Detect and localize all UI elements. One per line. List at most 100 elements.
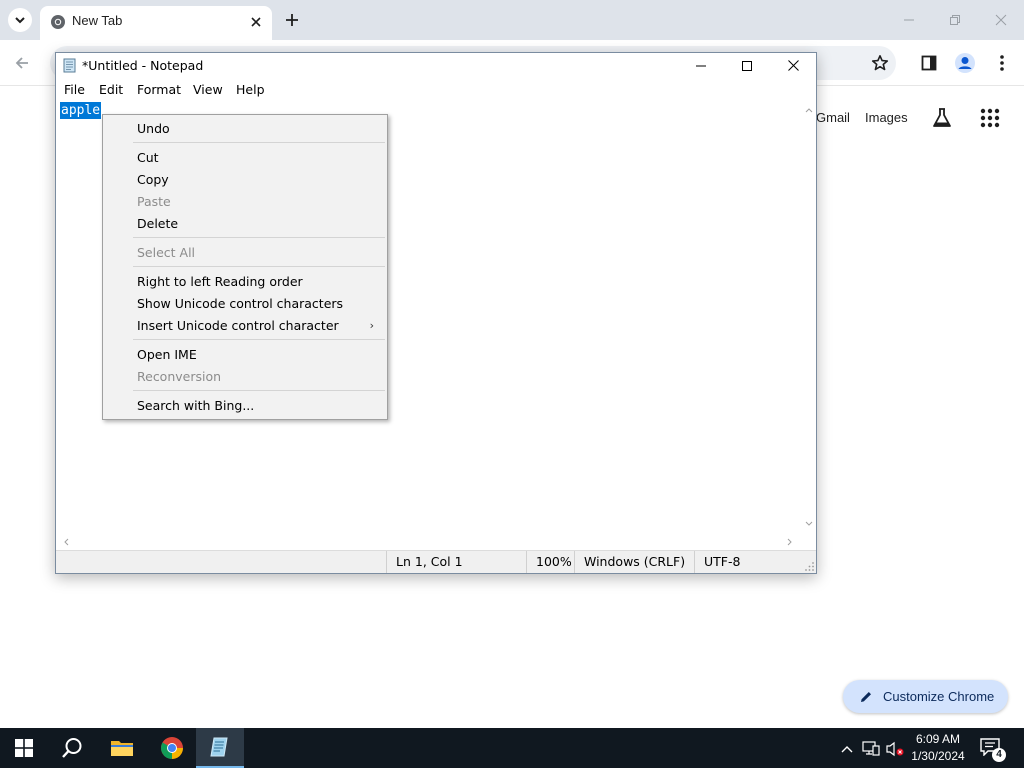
customize-chrome-label: Customize Chrome — [883, 689, 995, 704]
menu-file[interactable]: File — [64, 82, 85, 97]
selected-text: apple — [60, 102, 102, 119]
taskbar-chrome[interactable] — [148, 728, 196, 768]
vertical-scrollbar[interactable] — [801, 100, 816, 534]
notepad-app-icon — [63, 58, 76, 73]
network-icon — [862, 741, 880, 756]
menu-separator — [133, 142, 385, 143]
google-apps-button[interactable] — [978, 106, 1002, 130]
menu-help[interactable]: Help — [236, 82, 265, 97]
profile-button[interactable] — [952, 50, 978, 76]
close-icon — [995, 14, 1007, 26]
taskbar-clock[interactable]: 6:09 AM 1/30/2024 — [906, 731, 970, 765]
chevron-left-icon — [63, 538, 68, 545]
menu-separator — [133, 237, 385, 238]
tab-title: New Tab — [72, 13, 123, 28]
chevron-right-icon — [787, 538, 792, 545]
context-menu-insert-unicode-control[interactable]: Insert Unicode control character › — [104, 315, 386, 337]
tab-close-button[interactable] — [248, 14, 264, 30]
notepad-minimize-button[interactable] — [678, 53, 724, 78]
volume-button[interactable] — [886, 740, 904, 758]
submenu-arrow-icon: › — [369, 319, 374, 332]
context-menu-cut[interactable]: Cut — [104, 147, 386, 169]
context-menu-show-unicode-control[interactable]: Show Unicode control characters — [104, 293, 386, 315]
chevron-down-icon — [15, 17, 25, 24]
customize-chrome-button[interactable]: Customize Chrome — [843, 680, 1008, 713]
clock-time: 6:09 AM — [915, 732, 961, 746]
search-icon — [62, 738, 82, 758]
context-menu-search-bing[interactable]: Search with Bing... — [104, 395, 386, 417]
star-icon — [871, 55, 889, 71]
start-button[interactable] — [0, 728, 48, 768]
profile-avatar-icon — [955, 53, 975, 73]
chrome-title-bar: New Tab — [0, 0, 1024, 40]
chrome-logo-icon — [161, 737, 183, 759]
restore-icon — [950, 15, 960, 25]
menu-separator — [133, 339, 385, 340]
side-panel-icon — [921, 55, 937, 71]
context-menu-reconversion: Reconversion — [137, 369, 222, 384]
chrome-close-button[interactable] — [988, 8, 1014, 32]
notepad-maximize-button[interactable] — [724, 53, 770, 78]
new-tab-button[interactable] — [282, 10, 302, 30]
notepad-title-bar[interactable]: *Untitled - Notepad — [56, 53, 816, 78]
menu-format[interactable]: Format — [137, 82, 181, 97]
action-center-button[interactable]: 4 — [980, 738, 1006, 762]
taskbar-search-button[interactable] — [48, 728, 96, 768]
notification-count-badge: 4 — [992, 748, 1006, 762]
pencil-icon — [859, 690, 873, 704]
notepad-app-icon — [210, 737, 228, 757]
status-line-ending: Windows (CRLF) — [574, 551, 694, 573]
bookmark-star-button[interactable] — [867, 50, 893, 76]
chrome-restore-button[interactable] — [942, 8, 968, 32]
flask-icon — [933, 108, 951, 127]
labs-button[interactable] — [930, 106, 954, 130]
taskbar-notepad[interactable] — [196, 728, 244, 768]
scrollbar-corner — [801, 534, 816, 549]
show-hidden-icons-button[interactable] — [838, 740, 856, 758]
context-menu-open-ime[interactable]: Open IME — [104, 344, 386, 366]
close-icon — [787, 60, 799, 71]
plus-icon — [286, 14, 298, 26]
context-menu-copy[interactable]: Copy — [104, 169, 386, 191]
context-menu-delete[interactable]: Delete — [104, 213, 386, 235]
context-menu-paste: Paste — [137, 194, 171, 209]
chevron-up-icon — [841, 746, 853, 753]
status-cursor-position: Ln 1, Col 1 — [386, 551, 526, 573]
windows-taskbar: 6:09 AM 1/30/2024 4 — [0, 728, 1024, 768]
speaker-muted-icon — [886, 741, 904, 757]
context-menu-undo[interactable]: Undo — [104, 118, 386, 140]
folder-icon — [111, 741, 133, 756]
maximize-icon — [742, 60, 752, 71]
side-panel-button[interactable] — [916, 50, 942, 76]
context-menu-select-all: Select All — [137, 245, 196, 260]
chevron-down-icon — [805, 521, 812, 526]
tab-new-tab[interactable]: New Tab — [40, 6, 272, 40]
gmail-link[interactable]: Gmail — [816, 110, 850, 125]
status-zoom: 100% — [526, 551, 576, 573]
scroll-left-arrow[interactable] — [58, 534, 73, 549]
minimize-icon — [696, 65, 706, 66]
scroll-right-arrow[interactable] — [782, 534, 797, 549]
clock-date: 1/30/2024 — [911, 749, 965, 763]
windows-logo-icon — [15, 739, 33, 757]
context-menu-rtl-reading-order[interactable]: Right to left Reading order — [104, 271, 386, 293]
menu-edit[interactable]: Edit — [99, 82, 123, 97]
notepad-menu-bar: File Edit Format View Help — [56, 78, 816, 100]
back-button[interactable] — [9, 50, 35, 76]
notepad-close-button[interactable] — [770, 53, 816, 78]
network-status-button[interactable] — [862, 740, 880, 758]
chrome-favicon-icon — [51, 15, 65, 29]
chrome-minimize-button[interactable] — [896, 8, 922, 32]
taskbar-file-explorer[interactable] — [98, 728, 146, 768]
tab-search-button[interactable] — [8, 8, 32, 32]
insert-unicode-label: Insert Unicode control character — [137, 318, 339, 333]
scroll-up-arrow[interactable] — [801, 102, 816, 117]
close-icon — [251, 17, 261, 27]
chrome-menu-button[interactable] — [989, 50, 1015, 76]
menu-view[interactable]: View — [193, 82, 223, 97]
scroll-down-arrow[interactable] — [801, 516, 816, 531]
horizontal-scrollbar[interactable] — [56, 534, 801, 549]
images-link[interactable]: Images — [865, 110, 908, 125]
resize-grip-icon[interactable] — [805, 562, 815, 572]
notepad-status-bar: Ln 1, Col 1 100% Windows (CRLF) UTF-8 — [56, 550, 816, 573]
